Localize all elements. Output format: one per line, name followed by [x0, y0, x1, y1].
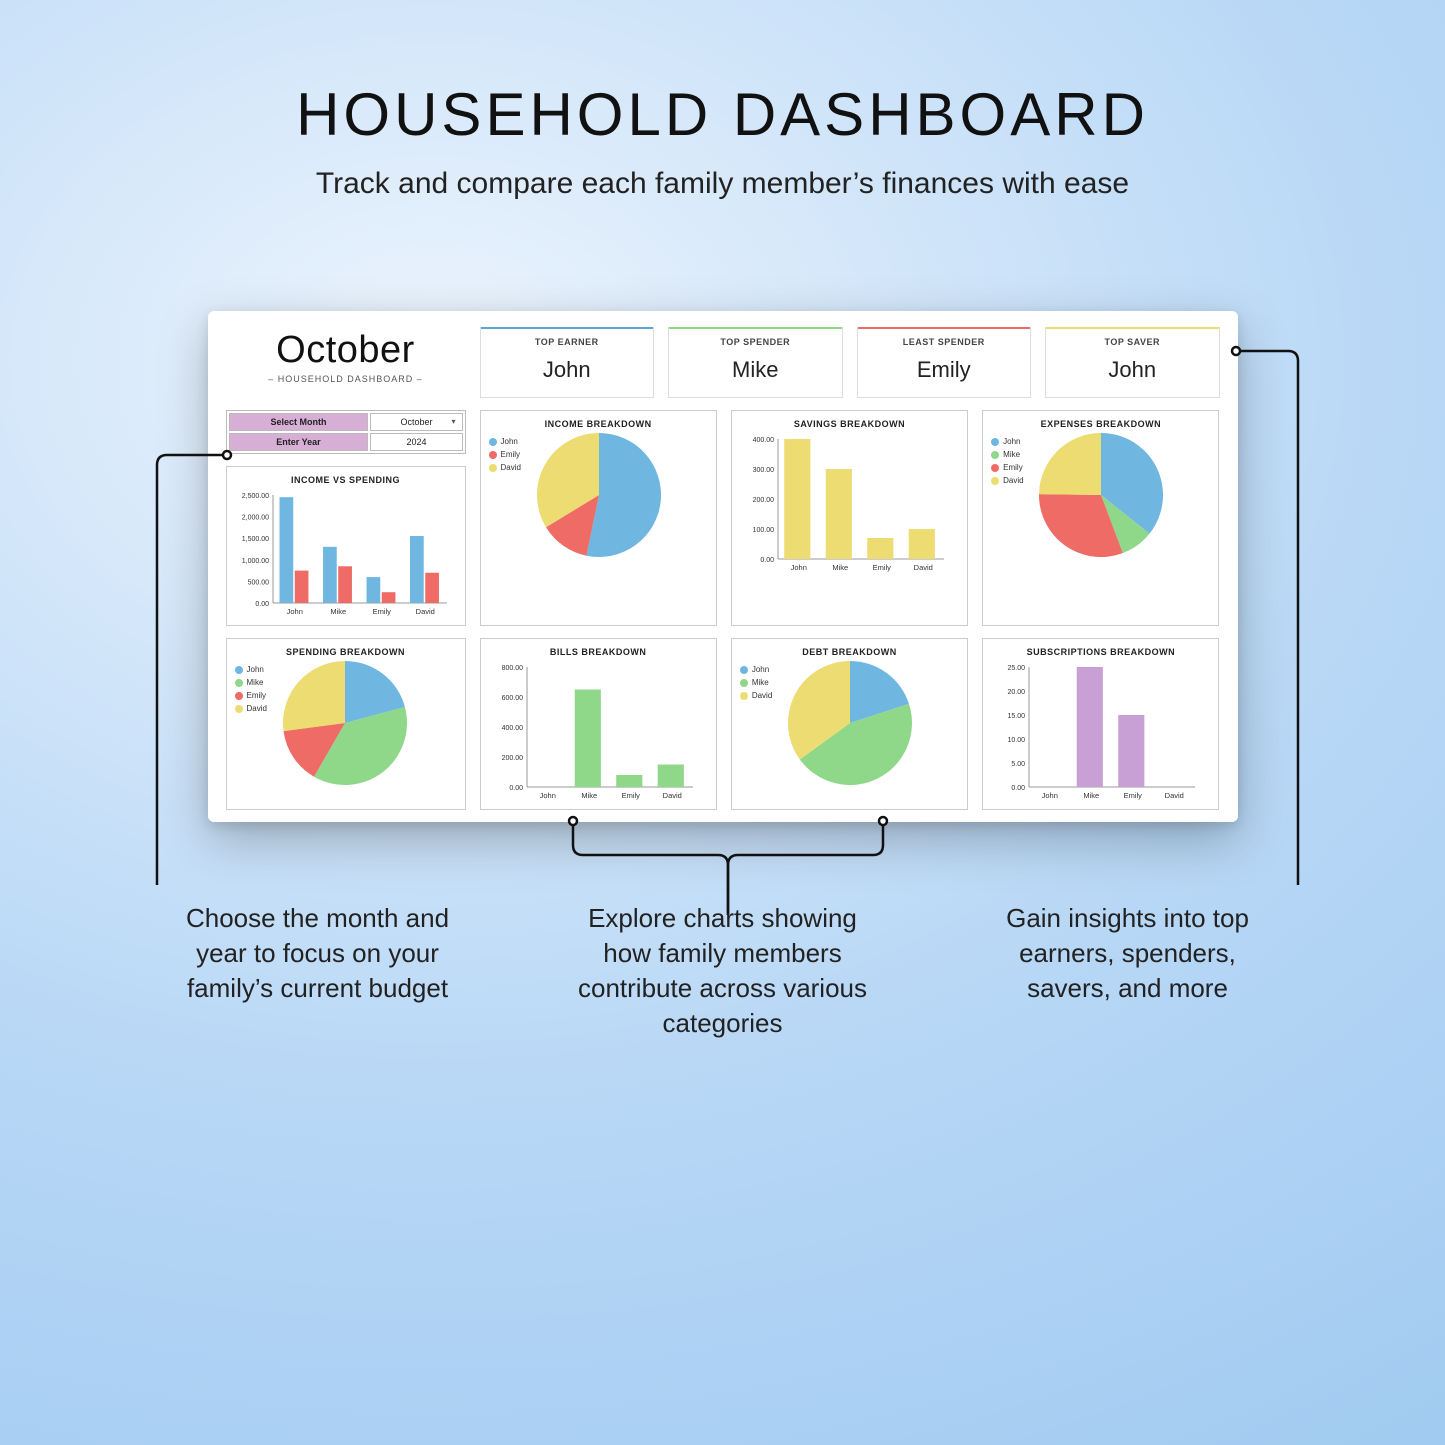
- month-subtitle: – HOUSEHOLD DASHBOARD –: [226, 374, 466, 384]
- page-title: HOUSEHOLD DASHBOARD: [296, 80, 1149, 149]
- stat-top-saver: TOP SAVER John: [1045, 327, 1220, 398]
- chart-debt-breakdown: DEBT BREAKDOWN JohnMikeDavid: [731, 638, 968, 810]
- chart-title: SAVINGS BREAKDOWN: [740, 419, 959, 429]
- svg-text:600.00: 600.00: [501, 695, 523, 702]
- svg-text:John: John: [790, 563, 806, 572]
- month-name: October: [226, 329, 466, 372]
- callout-right: Gain insights into top earners, spenders…: [978, 901, 1278, 1041]
- stat-value: Mike: [669, 357, 842, 383]
- bar-chart: 0.00 100.00 200.00 300.00 400.00 John Mike Emil…: [740, 433, 959, 575]
- svg-text:500.00: 500.00: [247, 579, 269, 586]
- svg-text:200.00: 200.00: [501, 755, 523, 762]
- chart-savings-breakdown: SAVINGS BREAKDOWN 0.00 100.00 200.00 300.00 4…: [731, 410, 968, 626]
- svg-text:1,500.00: 1,500.00: [241, 536, 268, 543]
- chart-bills-breakdown: BILLS BREAKDOWN 0.00 200.00 400.00 600.00 800…: [480, 638, 717, 810]
- chart-legend: JohnMikeDavid: [740, 661, 782, 700]
- enter-year-input[interactable]: 2024: [370, 433, 462, 451]
- pie-chart: [1039, 433, 1163, 557]
- svg-text:0.00: 0.00: [509, 785, 523, 792]
- svg-text:2,000.00: 2,000.00: [241, 515, 268, 522]
- svg-text:Emily: Emily: [621, 791, 640, 800]
- chart-expenses-breakdown: EXPENSES BREAKDOWN JohnMikeEmilyDavid: [982, 410, 1219, 626]
- select-month-dropdown[interactable]: October: [370, 413, 462, 431]
- svg-text:100.00: 100.00: [752, 527, 774, 534]
- svg-text:Mike: Mike: [581, 791, 597, 800]
- svg-text:800.00: 800.00: [501, 665, 523, 672]
- stat-label: TOP SPENDER: [669, 337, 842, 347]
- svg-text:400.00: 400.00: [501, 725, 523, 732]
- svg-text:Mike: Mike: [832, 563, 848, 572]
- chart-title: BILLS BREAKDOWN: [489, 647, 708, 657]
- page-subtitle: Track and compare each family member’s f…: [316, 167, 1129, 201]
- stat-value: John: [481, 357, 654, 383]
- stat-label: TOP EARNER: [481, 337, 654, 347]
- chart-spending-breakdown: SPENDING BREAKDOWN JohnMikeEmilyDavid: [226, 638, 466, 810]
- svg-text:200.00: 200.00: [752, 497, 774, 504]
- svg-text:Emily: Emily: [1124, 791, 1143, 800]
- svg-text:John: John: [286, 607, 302, 616]
- svg-text:10.00: 10.00: [1008, 737, 1026, 744]
- enter-year-label: Enter Year: [229, 433, 369, 451]
- svg-text:5.00: 5.00: [1012, 761, 1026, 768]
- pie-chart: [537, 433, 661, 557]
- svg-text:David: David: [1165, 791, 1184, 800]
- chart-legend: JohnEmilyDavid: [489, 433, 531, 472]
- svg-text:Emily: Emily: [372, 607, 391, 616]
- bar-chart: 0.00 500.00 1,000.00 1,500.00 2,000.00 2,500.…: [235, 489, 457, 619]
- svg-text:300.00: 300.00: [752, 467, 774, 474]
- svg-text:0.00: 0.00: [760, 557, 774, 564]
- svg-text:Mike: Mike: [1083, 791, 1099, 800]
- pie-chart: [283, 661, 407, 785]
- stat-label: TOP SAVER: [1046, 337, 1219, 347]
- svg-text:Mike: Mike: [330, 607, 346, 616]
- chart-subscriptions-breakdown: SUBSCRIPTIONS BREAKDOWN 0.00 5.00 10.00 15.0…: [982, 638, 1219, 810]
- chart-title: EXPENSES BREAKDOWN: [991, 419, 1210, 429]
- svg-text:25.00: 25.00: [1008, 665, 1026, 672]
- svg-text:Emily: Emily: [872, 563, 891, 572]
- chart-title: SUBSCRIPTIONS BREAKDOWN: [991, 647, 1210, 657]
- pie-chart: [788, 661, 912, 785]
- chart-legend: JohnMikeEmilyDavid: [991, 433, 1033, 485]
- period-selector: Select Month October Enter Year 2024: [226, 410, 466, 454]
- chart-income-breakdown: INCOME BREAKDOWN JohnEmilyDavid: [480, 410, 717, 626]
- svg-text:15.00: 15.00: [1008, 713, 1026, 720]
- svg-text:2,500.00: 2,500.00: [241, 493, 268, 500]
- chart-title: INCOME VS SPENDING: [235, 475, 457, 485]
- svg-text:0.00: 0.00: [1012, 785, 1026, 792]
- stat-top-earner: TOP EARNER John: [480, 327, 655, 398]
- svg-text:20.00: 20.00: [1008, 689, 1026, 696]
- chart-title: INCOME BREAKDOWN: [489, 419, 708, 429]
- chart-income-vs-spending: INCOME VS SPENDING 0.00 500.00 1,000.00 1,50…: [226, 466, 466, 626]
- svg-text:David: David: [662, 791, 681, 800]
- stat-least-spender: LEAST SPENDER Emily: [857, 327, 1032, 398]
- bar-chart: 0.00 200.00 400.00 600.00 800.00 John Mike Emil…: [489, 661, 708, 803]
- select-month-label: Select Month: [229, 413, 369, 431]
- stat-value: Emily: [858, 357, 1031, 383]
- stat-label: LEAST SPENDER: [858, 337, 1031, 347]
- chart-legend: JohnMikeEmilyDavid: [235, 661, 277, 713]
- callout-left: Choose the month and year to focus on yo…: [168, 901, 468, 1041]
- svg-text:John: John: [1042, 791, 1058, 800]
- stat-top-spender: TOP SPENDER Mike: [668, 327, 843, 398]
- svg-text:John: John: [539, 791, 555, 800]
- dashboard-card: October – HOUSEHOLD DASHBOARD – TOP EARN…: [208, 311, 1238, 822]
- bar-chart: 0.00 5.00 10.00 15.00 20.00 25.00 John Mike Emil…: [991, 661, 1210, 803]
- chart-title: DEBT BREAKDOWN: [740, 647, 959, 657]
- chart-title: SPENDING BREAKDOWN: [235, 647, 457, 657]
- svg-text:1,000.00: 1,000.00: [241, 558, 268, 565]
- callout-center: Explore charts showing how family member…: [573, 901, 873, 1041]
- svg-text:David: David: [415, 607, 434, 616]
- month-header: October – HOUSEHOLD DASHBOARD –: [226, 327, 466, 384]
- svg-text:David: David: [913, 563, 932, 572]
- stat-value: John: [1046, 357, 1219, 383]
- svg-text:400.00: 400.00: [752, 437, 774, 444]
- svg-text:0.00: 0.00: [255, 601, 269, 608]
